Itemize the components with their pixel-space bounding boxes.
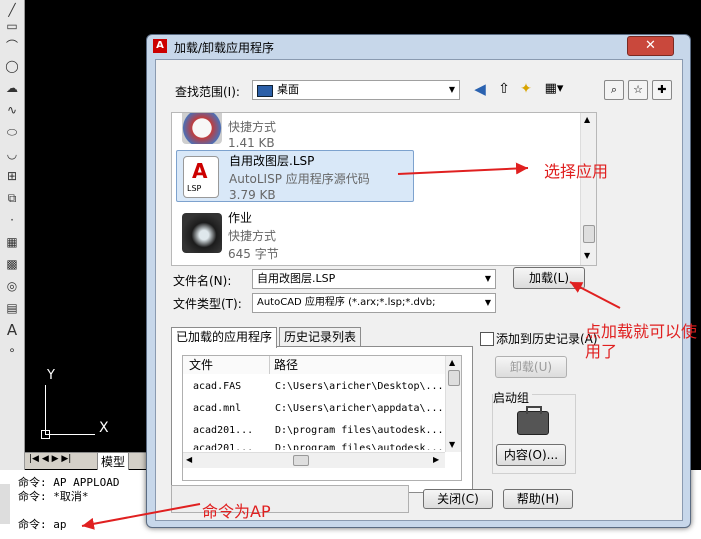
- annotation-click-load-line2: 用了: [585, 342, 618, 361]
- annotation-select-app: 选择应用: [544, 162, 609, 181]
- tab-loaded-apps[interactable]: 已加载的应用程序: [171, 327, 278, 348]
- select-app-arrow: [397, 162, 529, 175]
- annotation-arrows: [81, 162, 621, 530]
- annotation-command-ap: 命令为AP: [202, 502, 271, 521]
- command-arrow: [81, 503, 201, 530]
- load-arrow: [569, 281, 621, 309]
